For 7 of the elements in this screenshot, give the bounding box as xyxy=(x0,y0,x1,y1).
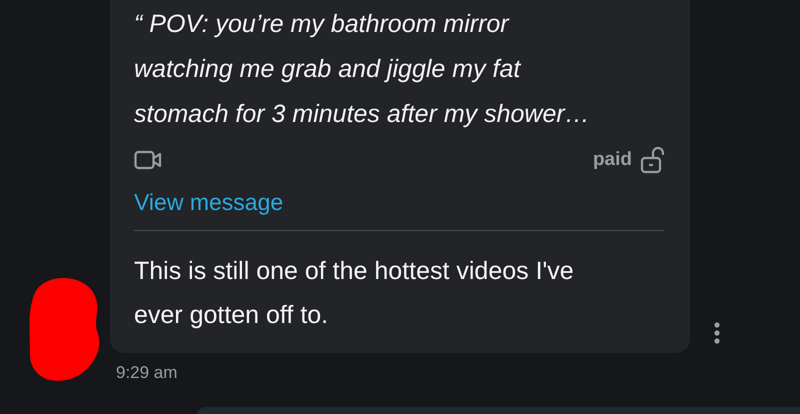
message-text: This is still one of the hottest videos I've ever gotten off to. xyxy=(134,256,575,331)
more-options-icon xyxy=(714,322,720,344)
message-time: 9:29 am xyxy=(116,363,178,383)
video-camera-icon xyxy=(134,149,162,171)
paid-label: paid xyxy=(592,149,632,171)
quoted-message: “ POV: you’re my bathroom mirror watching me grab and jiggle my fat stomach for 3 minutes after my shower… xyxy=(134,9,591,130)
view-message-link[interactable]: View message xyxy=(134,189,284,216)
